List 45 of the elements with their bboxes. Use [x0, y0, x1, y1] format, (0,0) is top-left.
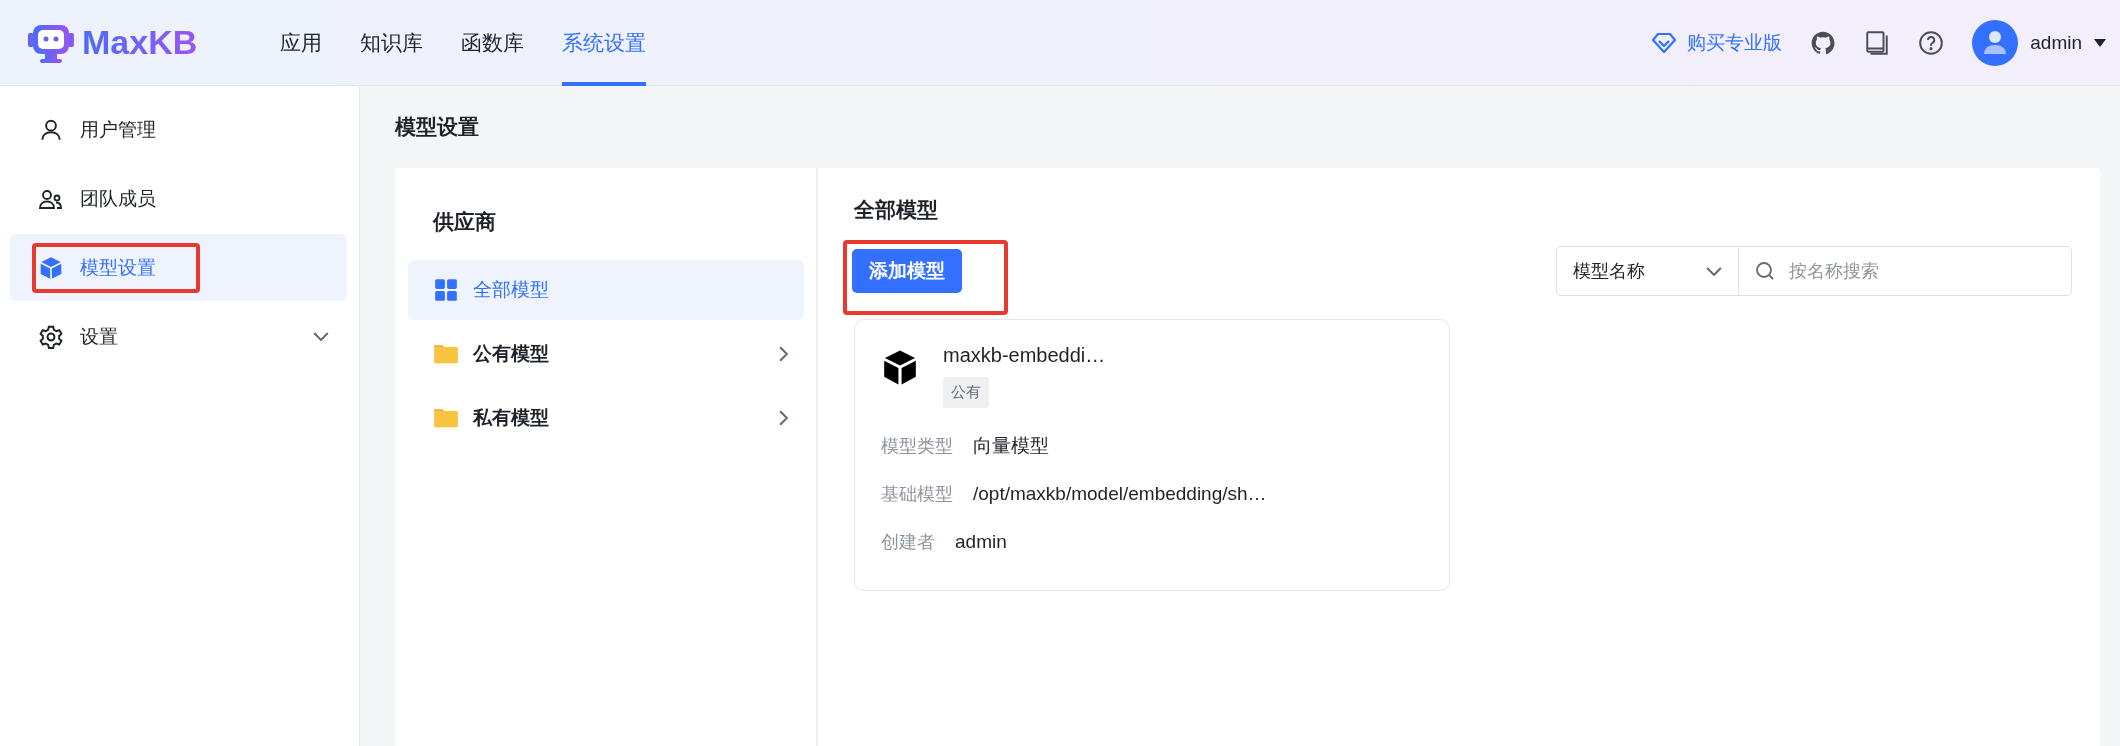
book-icon[interactable] [1864, 29, 1891, 56]
upgrade-link[interactable]: 购买专业版 [1651, 29, 1783, 56]
nav-tab[interactable]: 函数库 [461, 0, 524, 86]
section-title: 全部模型 [854, 197, 939, 223]
cube-icon [881, 348, 919, 386]
avatar-icon[interactable] [1972, 19, 2019, 66]
field-value: admin [955, 531, 1007, 553]
sidebar-label[interactable]: 团队成员 [80, 185, 156, 212]
sidebar-item[interactable]: 设置 [10, 303, 347, 370]
user-name[interactable]: admin [2030, 31, 2082, 54]
sidebar-label[interactable]: 设置 [80, 323, 118, 350]
field-label: 基础模型 [881, 483, 953, 506]
github-icon[interactable] [1810, 29, 1837, 56]
field-label: 模型类型 [881, 435, 953, 458]
chevron-icon [1706, 266, 1722, 276]
model-tag: 公有 [943, 377, 989, 408]
field-value: 向量模型 [973, 434, 1049, 458]
field-value: /opt/maxkb/model/embedding/sh… [973, 483, 1267, 505]
cube-icon [38, 254, 64, 281]
sidebar-item[interactable]: 用户管理 [10, 96, 347, 163]
nav-tab[interactable]: 应用 [280, 0, 322, 86]
field-label: 创建者 [881, 531, 935, 554]
help-icon[interactable] [1918, 29, 1945, 56]
search-icon [1755, 261, 1775, 281]
sidebar-item[interactable]: 模型设置 [10, 234, 347, 301]
provider-item[interactable]: 全部模型 [408, 260, 804, 320]
filter-select[interactable]: 模型名称 [1557, 247, 1739, 295]
add-model-button[interactable]: 添加模型 [852, 249, 962, 293]
provider-title: 供应商 [431, 209, 497, 235]
provider-label[interactable]: 私有模型 [473, 405, 549, 431]
model-name: maxkb-embeddi… [943, 344, 1106, 367]
provider-label[interactable]: 公有模型 [473, 341, 549, 367]
nav-tab[interactable]: 知识库 [360, 0, 423, 86]
grid-icon [433, 277, 459, 303]
provider-label[interactable]: 全部模型 [473, 277, 549, 303]
provider-item[interactable]: 公有模型 [408, 324, 804, 384]
sidebar-label[interactable]: 模型设置 [80, 254, 156, 281]
settings-icon [38, 323, 64, 350]
sidebar-label[interactable]: 用户管理 [80, 116, 156, 143]
sidebar-item[interactable]: 团队成员 [10, 165, 347, 232]
caret-icon[interactable] [2094, 37, 2106, 48]
search-field[interactable]: 按名称搜索 [1787, 259, 2051, 283]
page-title: 模型设置 [395, 114, 480, 140]
provider-item[interactable]: 私有模型 [408, 388, 804, 448]
model-card[interactable]: maxkb-embeddi… 公有 模型类型 向量模型 基础模型 /opt/maxkb/model/embedding/sh… 创建者 admin [854, 319, 1450, 591]
